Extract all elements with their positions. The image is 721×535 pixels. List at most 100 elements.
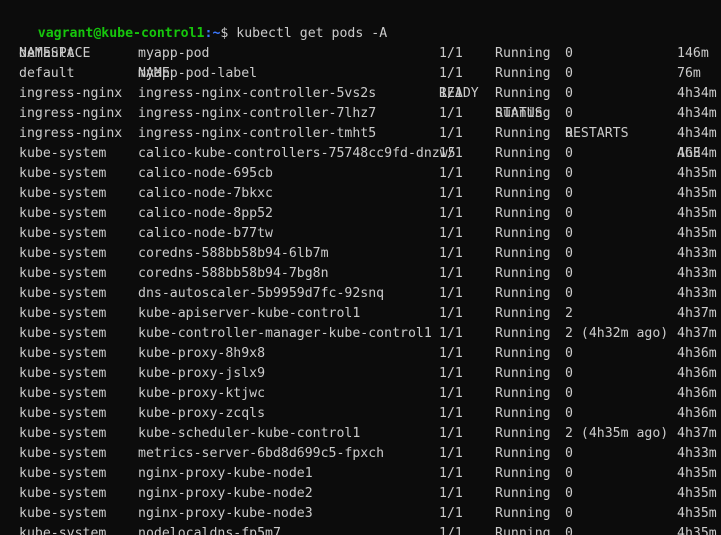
cell-pod-name: kube-scheduler-kube-control1 <box>138 426 361 441</box>
cell-status: Running <box>495 326 551 341</box>
cell-pod-name: coredns-588bb58b94-7bg8n <box>138 266 329 281</box>
cell-pod-name: dns-autoscaler-5b9959d7fc-92snq <box>138 286 385 301</box>
cell-age: 4h33m <box>677 246 717 261</box>
cell-age: 4h35m <box>677 526 717 535</box>
cell-namespace: kube-system <box>19 246 107 261</box>
cell-status: Running <box>495 86 551 101</box>
cell-age: 146m <box>677 46 709 61</box>
cell-ready: 1/1 <box>439 406 463 421</box>
cell-pod-name: myapp-pod <box>138 46 210 61</box>
cell-status: Running <box>495 346 551 361</box>
cell-pod-name: calico-node-b77tw <box>138 226 273 241</box>
cell-age: 4h36m <box>677 366 717 381</box>
cell-restarts: 0 <box>565 486 573 501</box>
cell-restarts: 0 <box>565 366 573 381</box>
cell-restarts: 0 <box>565 286 573 301</box>
cell-pod-name: kube-proxy-8h9x8 <box>138 346 266 361</box>
cell-pod-name: nginx-proxy-kube-node2 <box>138 486 313 501</box>
cell-age: 4h35m <box>677 226 717 241</box>
cell-restarts: 0 <box>565 506 573 521</box>
cell-namespace: kube-system <box>19 526 107 535</box>
cell-age: 4h37m <box>677 326 717 341</box>
cell-status: Running <box>495 126 551 141</box>
cell-status: Running <box>495 526 551 535</box>
cell-status: Running <box>495 266 551 281</box>
cell-ready: 1/1 <box>439 86 463 101</box>
cell-pod-name: calico-node-695cb <box>138 166 273 181</box>
cell-ready: 1/1 <box>439 386 463 401</box>
cell-pod-name: calico-kube-controllers-75748cc9fd-dnzw5 <box>138 146 456 161</box>
cell-status: Running <box>495 426 551 441</box>
cell-restarts: 0 <box>565 126 573 141</box>
cell-ready: 1/1 <box>439 186 463 201</box>
cell-status: Running <box>495 446 551 461</box>
cell-restarts: 0 <box>565 466 573 481</box>
cell-age: 4h35m <box>677 506 717 521</box>
cell-status: Running <box>495 466 551 481</box>
cell-age: 4h36m <box>677 346 717 361</box>
cell-ready: 1/1 <box>439 466 463 481</box>
cell-age: 4h33m <box>677 286 717 301</box>
cell-age: 4h34m <box>677 86 717 101</box>
cell-ready: 1/1 <box>439 46 463 61</box>
cell-pod-name: nodelocaldns-fp5m7 <box>138 526 281 535</box>
cell-namespace: ingress-nginx <box>19 126 123 141</box>
cell-age: 76m <box>677 66 701 81</box>
cell-status: Running <box>495 106 551 121</box>
cell-status: Running <box>495 166 551 181</box>
cell-restarts: 0 <box>565 86 573 101</box>
prompt-symbol: $ <box>220 26 237 41</box>
cell-ready: 1/1 <box>439 206 463 221</box>
cell-pod-name: kube-proxy-ktjwc <box>138 386 266 401</box>
cell-namespace: kube-system <box>19 326 107 341</box>
cell-pod-name: kube-proxy-zcqls <box>138 406 266 421</box>
cell-ready: 1/1 <box>439 326 463 341</box>
cell-age: 4h37m <box>677 306 717 321</box>
cell-ready: 1/1 <box>439 286 463 301</box>
cell-status: Running <box>495 46 551 61</box>
cell-ready: 1/1 <box>439 306 463 321</box>
command-text: kubectl get pods -A <box>236 26 388 41</box>
cell-pod-name: myapp-pod-label <box>138 66 258 81</box>
cell-pod-name: kube-controller-manager-kube-control1 <box>138 326 432 341</box>
cell-status: Running <box>495 386 551 401</box>
cell-namespace: kube-system <box>19 446 107 461</box>
cell-namespace: kube-system <box>19 146 107 161</box>
cell-restarts: 0 <box>565 46 573 61</box>
cell-restarts: 0 <box>565 166 573 181</box>
cell-status: Running <box>495 486 551 501</box>
command-prompt-line: vagrant@kube-control1:~$ kubectl get pod… <box>6 4 387 41</box>
cell-status: Running <box>495 226 551 241</box>
cell-status: Running <box>495 406 551 421</box>
cell-ready: 1/1 <box>439 246 463 261</box>
cell-pod-name: calico-node-7bkxc <box>138 186 273 201</box>
cell-restarts: 0 <box>565 246 573 261</box>
cell-ready: 1/1 <box>439 506 463 521</box>
cell-age: 4h33m <box>677 266 717 281</box>
table-header-row: NAMESPACE NAME READY STATUS RESTARTS AGE <box>0 24 701 161</box>
cell-namespace: kube-system <box>19 386 107 401</box>
cell-age: 4h34m <box>677 126 717 141</box>
cell-namespace: kube-system <box>19 166 107 181</box>
cell-ready: 1/1 <box>439 346 463 361</box>
cell-namespace: kube-system <box>19 506 107 521</box>
cell-status: Running <box>495 206 551 221</box>
cell-namespace: kube-system <box>19 286 107 301</box>
cell-ready: 1/1 <box>439 66 463 81</box>
cell-restarts: 2 (4h35m ago) <box>565 426 669 441</box>
cell-ready: 1/1 <box>439 526 463 535</box>
cell-restarts: 0 <box>565 386 573 401</box>
terminal-window[interactable]: vagrant@kube-control1:~$ kubectl get pod… <box>0 0 721 535</box>
prompt-user-host: vagrant@kube-control1 <box>37 26 205 41</box>
cell-ready: 1/1 <box>439 166 463 181</box>
cell-ready: 1/1 <box>439 106 463 121</box>
cell-restarts: 0 <box>565 406 573 421</box>
cell-pod-name: metrics-server-6bd8d699c5-fpxch <box>138 446 385 461</box>
cell-age: 4h33m <box>677 446 717 461</box>
cell-namespace: kube-system <box>19 226 107 241</box>
cell-namespace: ingress-nginx <box>19 106 123 121</box>
cell-namespace: ingress-nginx <box>19 86 123 101</box>
cell-age: 4h34m <box>677 106 717 121</box>
cell-namespace: kube-system <box>19 426 107 441</box>
cell-status: Running <box>495 246 551 261</box>
